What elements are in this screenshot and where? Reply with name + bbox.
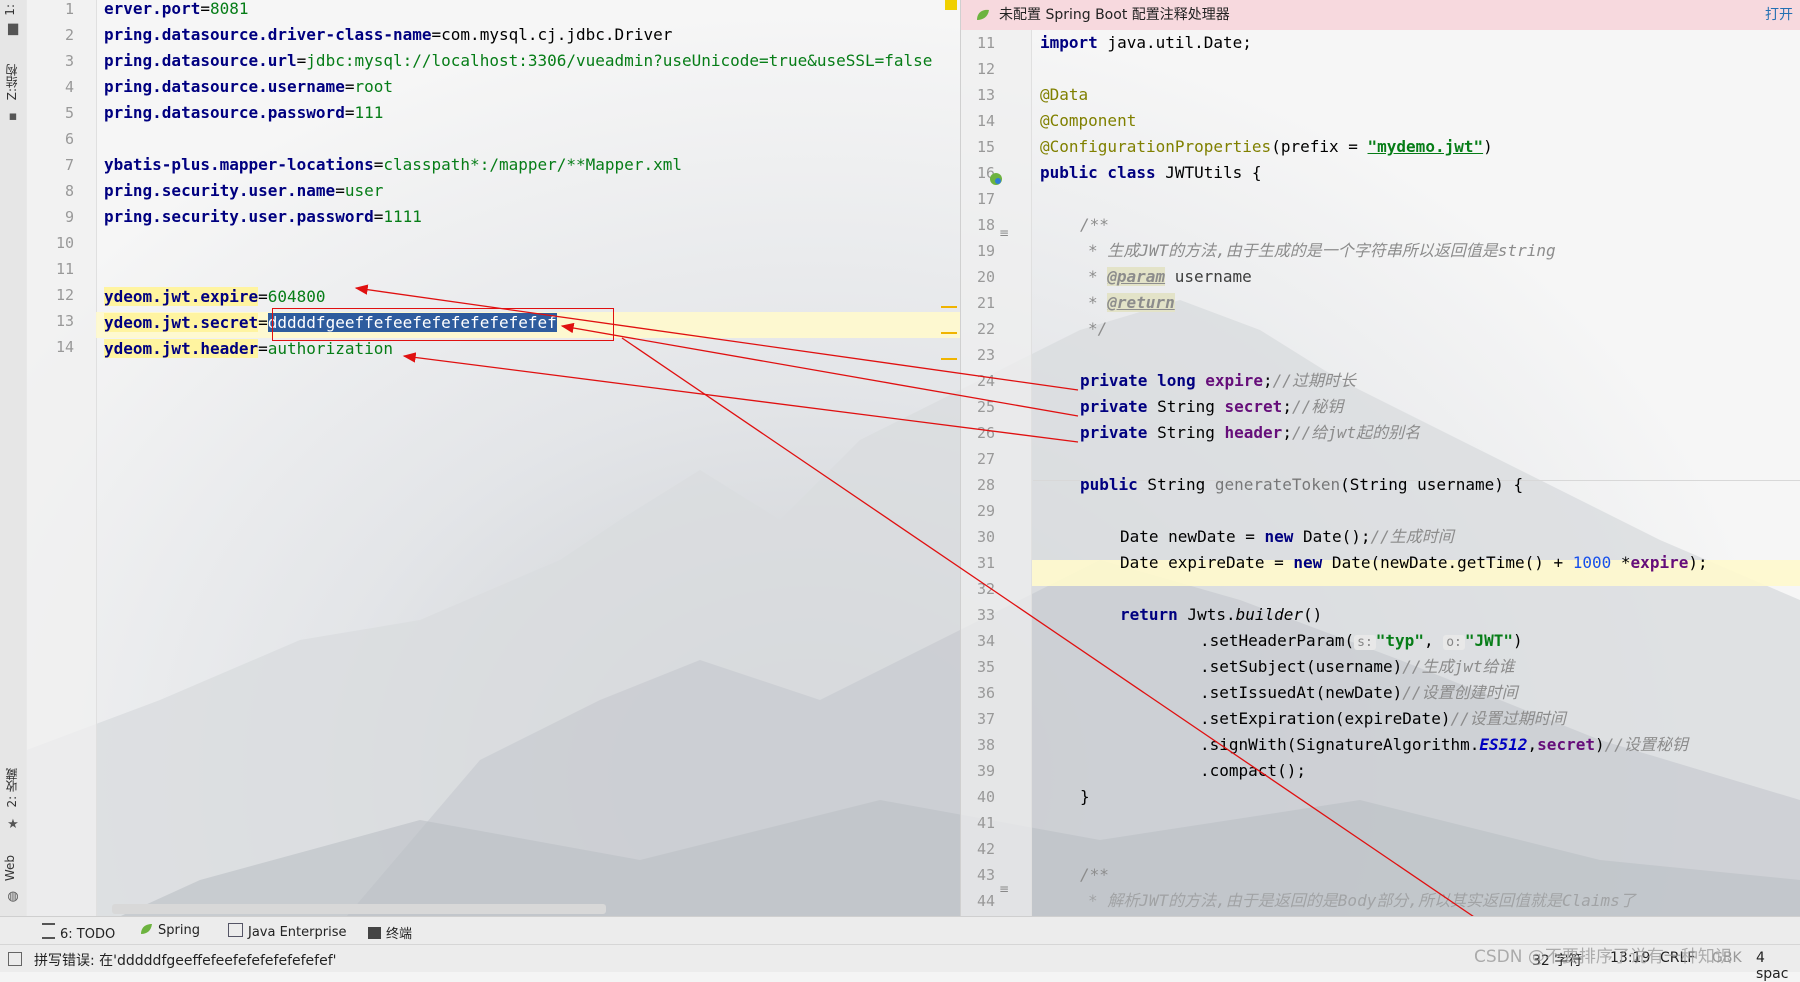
terminal-tab[interactable]: 终端 [368, 923, 412, 942]
annotation-arrows [354, 284, 1510, 941]
list-icon [42, 923, 55, 939]
spring-tab[interactable]: Spring [140, 923, 200, 938]
status-toggle-icon[interactable] [8, 952, 22, 966]
arrow-to-status [621, 337, 1510, 941]
arrow-expire [354, 284, 1079, 391]
status-message: 拼写错误: 在'dddddfgeeffefeefefefefefefefef' [34, 953, 337, 969]
todo-tab[interactable]: 6: TODO [42, 923, 115, 942]
bottom-toolbar: 6: TODO Spring Java Enterprise 终端 [0, 916, 1800, 945]
csdn-watermark: CSDN @不要排序了说有一种知识 [1474, 947, 1732, 967]
java-enterprise-tab[interactable]: Java Enterprise [228, 923, 346, 940]
java-enterprise-icon [228, 923, 243, 937]
indent-setting[interactable]: 4 spac [1756, 950, 1800, 982]
terminal-icon [368, 927, 381, 939]
spring-leaf-icon [141, 924, 152, 934]
arrow-secret [560, 322, 1079, 417]
